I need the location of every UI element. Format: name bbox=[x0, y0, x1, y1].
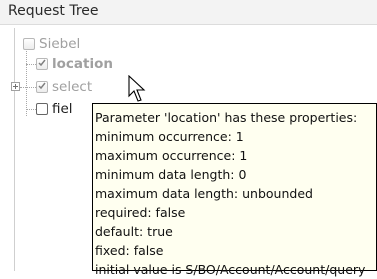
panel-title: Request Tree bbox=[8, 3, 99, 19]
mouse-pointer-icon bbox=[128, 75, 146, 102]
tooltip-default: default: true bbox=[95, 224, 173, 239]
request-tree-header: Request Tree bbox=[0, 0, 377, 25]
tree-node-location[interactable]: location bbox=[36, 55, 156, 73]
tooltip-title: Parameter 'location' has these propertie… bbox=[95, 110, 358, 125]
tooltip-max-occurrence: maximum occurrence: 1 bbox=[95, 148, 248, 163]
parameter-tooltip: Parameter 'location' has these propertie… bbox=[92, 103, 377, 277]
tooltip-min-data-length: minimum data length: 0 bbox=[95, 167, 247, 182]
tree-connector bbox=[26, 64, 36, 65]
select-checkbox[interactable] bbox=[36, 81, 48, 93]
tooltip-max-data-length: maximum data length: unbounded bbox=[95, 186, 313, 201]
tree-connector bbox=[26, 109, 36, 110]
tooltip-fixed: fixed: false bbox=[95, 243, 164, 258]
tree-node-siebel[interactable]: Siebel bbox=[23, 35, 143, 53]
fiel-checkbox[interactable] bbox=[36, 103, 48, 115]
tree-node-label: fiel bbox=[52, 101, 73, 117]
tree-guide-line bbox=[26, 51, 27, 116]
tree-node-label: location bbox=[52, 56, 113, 72]
tooltip-required: required: false bbox=[95, 205, 186, 220]
tree-node-label: select bbox=[52, 79, 93, 95]
expand-icon[interactable] bbox=[11, 82, 20, 91]
tree-connector bbox=[20, 87, 36, 88]
tooltip-min-occurrence: minimum occurrence: 1 bbox=[95, 129, 244, 144]
checkmark-icon bbox=[38, 59, 46, 67]
location-checkbox[interactable] bbox=[36, 58, 48, 70]
siebel-checkbox[interactable] bbox=[23, 38, 35, 50]
tooltip-initial-value: initial value is S/BO/Account/Account/qu… bbox=[95, 262, 366, 277]
checkmark-icon bbox=[38, 82, 46, 90]
tree-node-label: Siebel bbox=[39, 36, 81, 52]
